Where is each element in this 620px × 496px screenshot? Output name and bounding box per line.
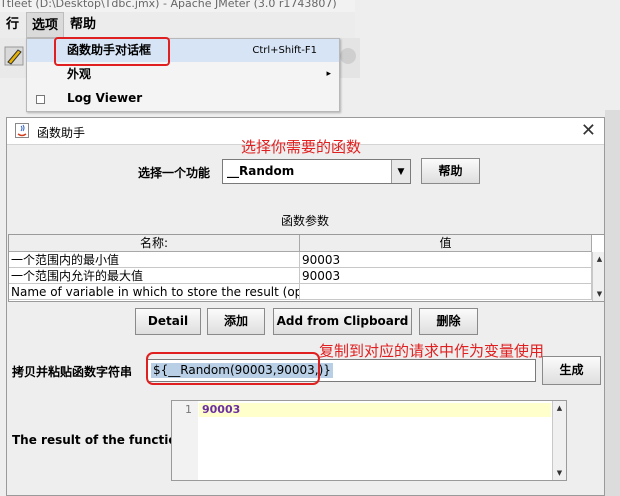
menu-run[interactable]: 行 [2, 12, 23, 38]
table-cell-name[interactable]: 一个范围内的最小值 [9, 252, 300, 268]
menu-item-log-viewer[interactable]: Log Viewer [27, 87, 339, 110]
table-cell-name[interactable]: 一个范围内允许的最大值 [9, 268, 300, 284]
detail-button[interactable]: Detail [135, 308, 201, 335]
menu-item-function-helper-shortcut: Ctrl+Shift-F1 [252, 45, 317, 56]
table-scrollbar[interactable]: ▲ ▼ [592, 252, 604, 301]
submenu-arrow-icon: ▸ [326, 69, 331, 79]
toolbar-fragment-right [338, 38, 360, 78]
function-string-highlight [146, 352, 320, 385]
line-number: 1 [185, 403, 192, 416]
select-function-label: 选择一个功能 [138, 166, 211, 180]
table-cell-name[interactable]: Name of variable in which to store the r… [9, 284, 300, 300]
menu-item-highlight [54, 37, 170, 66]
function-select-value: __Random [227, 164, 295, 178]
scroll-up-icon[interactable]: ▲ [553, 401, 566, 415]
function-select[interactable]: __Random ▼ [222, 159, 411, 184]
menu-item-log-viewer-label: Log Viewer [67, 91, 143, 105]
menu-item-appearance[interactable]: 外观 ▸ [27, 63, 339, 86]
current-line-highlight [199, 403, 551, 417]
add-from-clipboard-button[interactable]: Add from Clipboard [273, 308, 412, 335]
result-scrollbar[interactable]: ▲ ▼ [552, 401, 566, 480]
result-value: 90003 [202, 403, 241, 416]
annotation-copy-usage: 复制到对应的请求中作为变量使用 [319, 342, 545, 360]
table-cell-value[interactable]: 90003 [300, 252, 592, 268]
function-helper-dialog: 函数助手 ✕ 选择你需要的函数 选择一个功能 __Random ▼ 帮助 函数参… [6, 117, 605, 496]
menu-item-appearance-label: 外观 [67, 67, 92, 81]
table-header-name: 名称: [9, 235, 300, 252]
copy-paste-label: 拷贝并粘贴函数字符串 [12, 365, 133, 379]
menubar: 行 选项 帮助 [0, 12, 355, 39]
params-title: 函数参数 [281, 214, 330, 228]
annotation-select-function: 选择你需要的函数 [241, 138, 362, 156]
stop-icon[interactable] [340, 48, 356, 64]
result-area[interactable]: 1 90003 ▲ ▼ [171, 400, 567, 481]
pencil-icon[interactable] [4, 46, 24, 66]
add-button[interactable]: 添加 [207, 308, 265, 335]
menu-help[interactable]: 帮助 [66, 12, 100, 38]
generate-button[interactable]: 生成 [542, 356, 601, 385]
menu-options[interactable]: 选项 [26, 12, 65, 38]
scroll-down-icon[interactable]: ▼ [593, 287, 604, 301]
help-button[interactable]: 帮助 [421, 158, 480, 184]
java-icon [15, 123, 29, 138]
table-header-value: 值 [300, 235, 592, 252]
scroll-down-icon[interactable]: ▼ [553, 466, 566, 480]
dialog-title: 函数助手 [37, 126, 86, 140]
params-table: 名称: 值 一个范围内的最小值 90003 一个范围内允许的最大值 90003 … [8, 234, 605, 302]
background-window-title: Ttleet (D:\Desktop\Tdbc.jmx) - Apache JM… [0, 0, 355, 12]
table-cell-value[interactable] [300, 284, 592, 300]
checkbox-icon[interactable] [36, 95, 45, 104]
chevron-down-icon[interactable]: ▼ [391, 160, 410, 183]
close-icon[interactable]: ✕ [581, 120, 596, 141]
scroll-up-icon[interactable]: ▲ [593, 252, 604, 266]
line-number-gutter: 1 [172, 401, 198, 480]
delete-button[interactable]: 删除 [419, 308, 478, 335]
table-cell-value[interactable]: 90003 [300, 268, 592, 284]
background-window-edge [605, 110, 620, 496]
